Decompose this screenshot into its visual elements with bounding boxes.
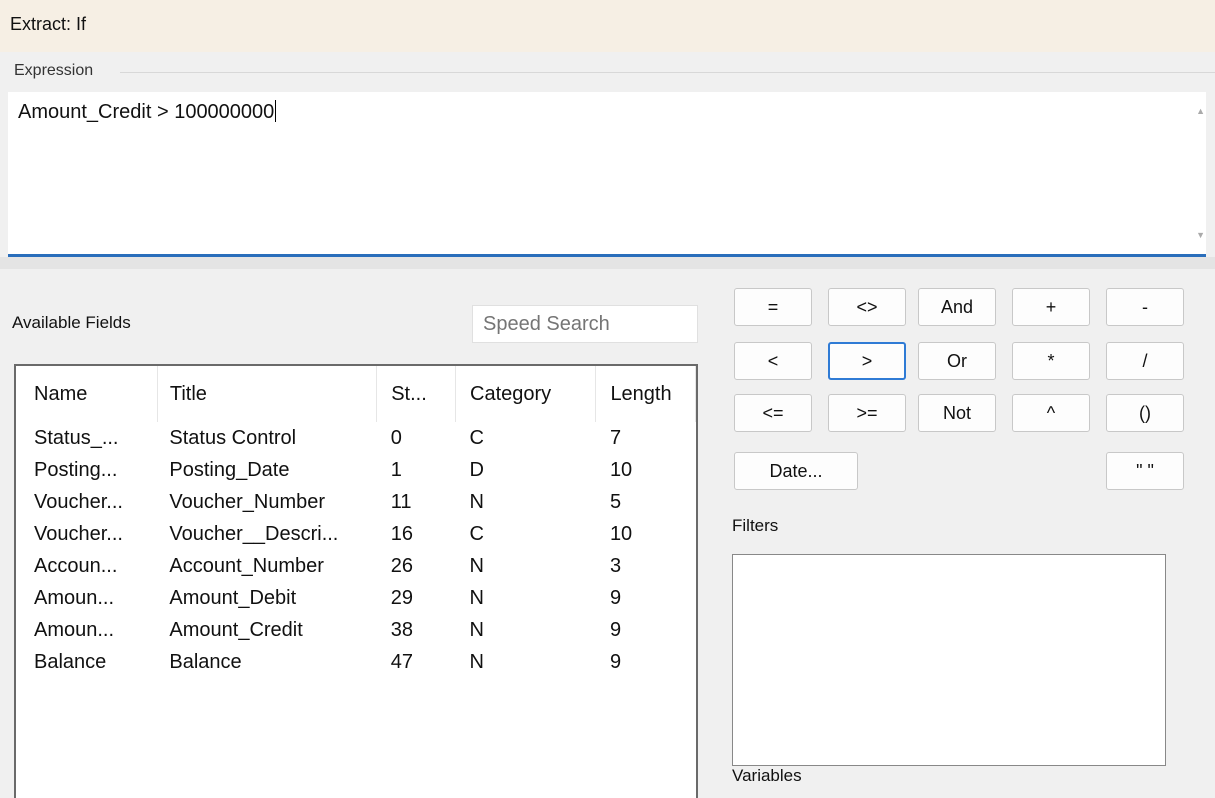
cell-category: N [469,650,484,673]
not-button[interactable]: Not [918,394,996,432]
table-row[interactable]: Amoun... Amount_Credit 38 N 9 [16,614,696,646]
scroll-down-arrow-icon[interactable]: ▼ [1196,230,1205,240]
cell-name: Status_... [34,426,119,449]
cell-title: Amount_Credit [169,618,303,641]
cell-name: Voucher... [34,490,123,513]
parentheses-button[interactable]: () [1106,394,1184,432]
cell-start: 29 [390,586,413,609]
cell-length: 5 [609,490,622,513]
less-equal-button[interactable]: <= [734,394,812,432]
cell-length: 9 [609,586,622,609]
cell-title: Posting_Date [169,458,290,481]
available-fields-label: Available Fields [12,313,131,332]
and-button[interactable]: And [918,288,996,326]
cell-name: Accoun... [34,554,118,577]
cell-category: N [469,586,484,609]
cell-name: Amoun... [34,618,115,641]
expression-group-line [120,72,1215,73]
cell-length: 9 [609,618,622,641]
table-row[interactable]: Posting... Posting_Date 1 D 10 [16,454,696,486]
cell-title: Amount_Debit [169,586,297,609]
cell-category: D [469,458,484,481]
cell-start: 38 [390,618,413,641]
cell-name: Posting... [34,458,118,481]
cell-start: 16 [390,522,413,545]
expression-label: Expression [14,62,94,79]
column-header-start[interactable]: St... [376,366,457,422]
cell-title: Voucher_Number [169,490,326,513]
cell-title: Voucher__Descri... [169,522,339,545]
text-caret [275,100,277,122]
available-fields-list[interactable]: Name Title St... Category Length Status_… [14,364,698,798]
minus-button[interactable]: - [1106,288,1184,326]
expression-text: Amount_Credit > 100000000 [18,101,275,123]
cell-start: 0 [390,426,402,449]
cell-start: 47 [390,650,413,673]
table-row[interactable]: Voucher... Voucher__Descri... 16 C 10 [16,518,696,550]
title-bar: Extract: If [0,0,1215,52]
table-row[interactable]: Balance Balance 47 N 9 [16,646,696,678]
cell-length: 9 [609,650,622,673]
column-header-length[interactable]: Length [595,366,696,422]
column-header-name[interactable]: Name [16,366,158,422]
cell-name: Balance [34,650,107,673]
table-row[interactable]: Status_... Status Control 0 C 7 [16,422,696,454]
cell-start: 1 [390,458,402,481]
window-title: Extract: If [10,14,87,34]
multiply-button[interactable]: * [1012,342,1090,380]
cell-category: N [469,490,484,513]
speed-search-input[interactable] [472,305,698,343]
cell-title: Account_Number [169,554,324,577]
column-header-category[interactable]: Category [455,366,597,422]
equals-button[interactable]: = [734,288,812,326]
cell-length: 3 [609,554,622,577]
cell-title: Status Control [169,426,297,449]
table-row[interactable]: Voucher... Voucher_Number 11 N 5 [16,486,696,518]
not-equal-button[interactable]: <> [828,288,906,326]
expression-text-line: Amount_Credit > 100000000 [18,100,277,124]
table-row[interactable]: Amoun... Amount_Debit 29 N 9 [16,582,696,614]
variables-label: Variables [732,766,802,785]
cell-length: 7 [609,426,622,449]
expression-editor[interactable]: Amount_Credit > 100000000 ▲ ▼ [8,92,1206,257]
splitter-bar[interactable] [0,257,1215,269]
cell-name: Voucher... [34,522,123,545]
greater-than-button[interactable]: > [828,342,906,380]
quotes-button[interactable]: " " [1106,452,1184,490]
cell-start: 26 [390,554,413,577]
cell-length: 10 [609,458,633,481]
fields-table: Name Title St... Category Length Status_… [16,366,696,678]
cell-category: N [469,554,484,577]
cell-category: N [469,618,484,641]
less-than-button[interactable]: < [734,342,812,380]
column-header-title[interactable]: Title [157,366,378,422]
divide-button[interactable]: / [1106,342,1184,380]
date-button[interactable]: Date... [734,452,858,490]
greater-equal-button[interactable]: >= [828,394,906,432]
or-button[interactable]: Or [918,342,996,380]
cell-category: C [469,426,484,449]
table-row[interactable]: Accoun... Account_Number 26 N 3 [16,550,696,582]
plus-button[interactable]: + [1012,288,1090,326]
cell-category: C [469,522,484,545]
filters-list[interactable] [732,554,1166,766]
filters-label: Filters [732,516,779,535]
cell-title: Balance [169,650,242,673]
cell-start: 11 [390,490,412,513]
cell-name: Amoun... [34,586,115,609]
power-button[interactable]: ^ [1012,394,1090,432]
scroll-up-arrow-icon[interactable]: ▲ [1196,106,1205,116]
fields-header-row: Name Title St... Category Length [16,366,696,422]
expression-scrollbar[interactable]: ▲ ▼ [1196,92,1206,254]
cell-length: 10 [609,522,633,545]
